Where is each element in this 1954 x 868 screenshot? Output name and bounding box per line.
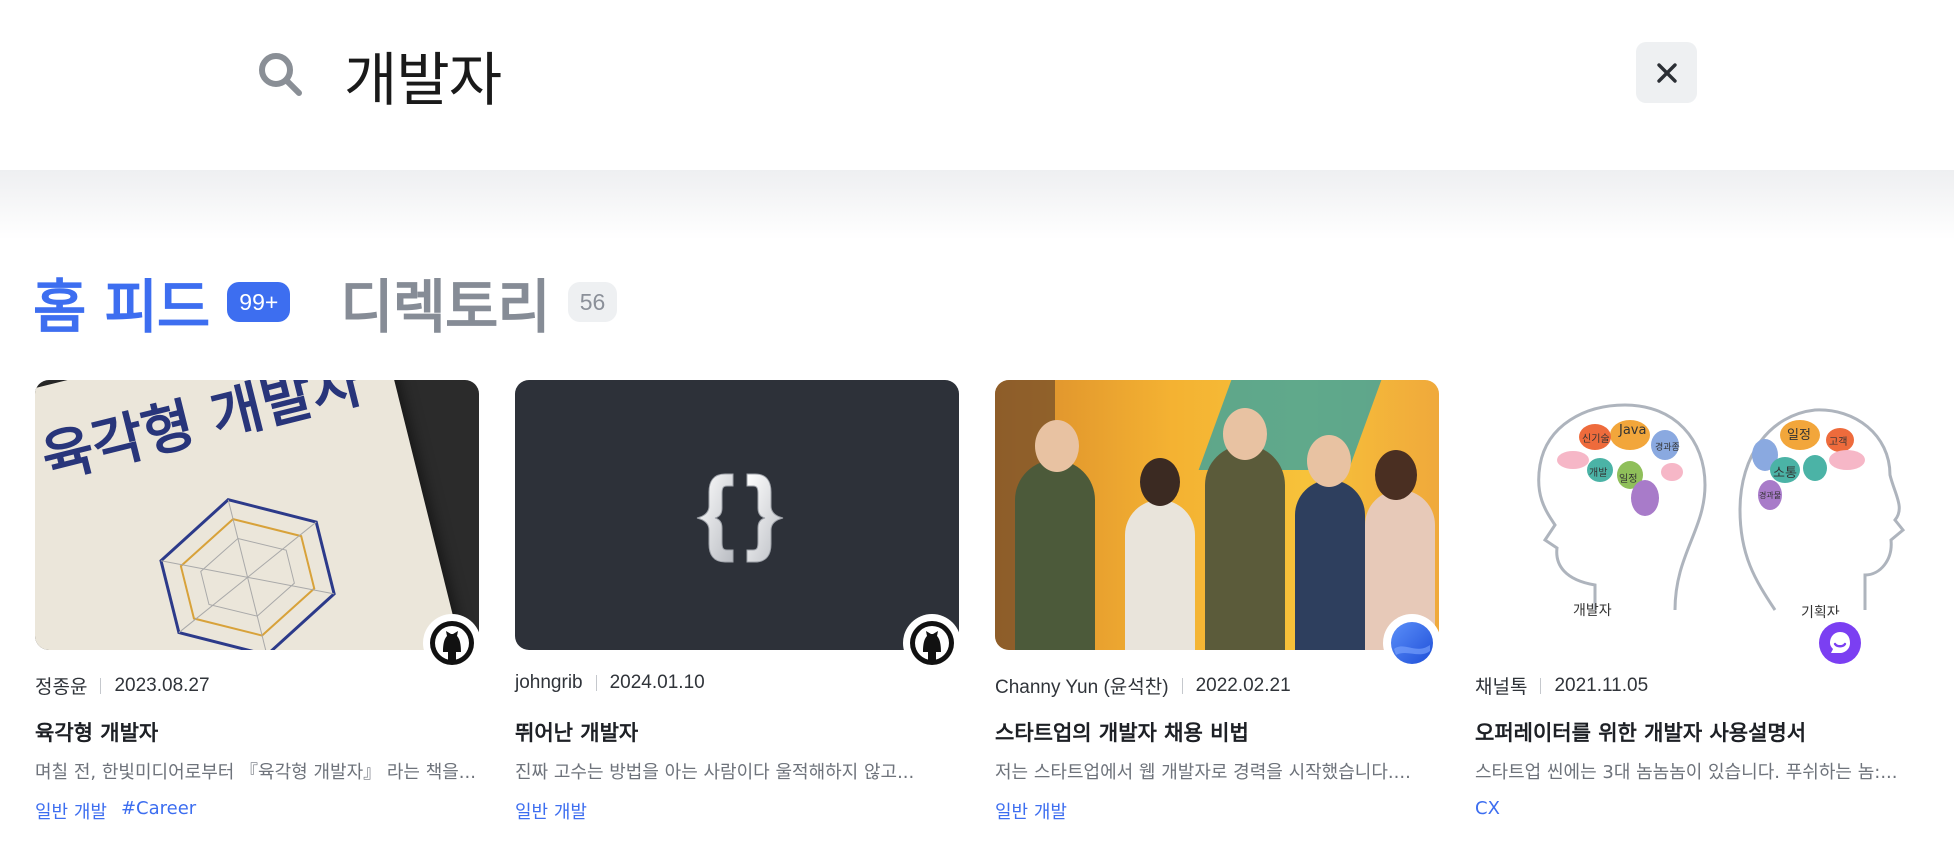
brain-word: 신기술: [1582, 434, 1610, 445]
brain-word: 소통: [1773, 466, 1797, 481]
card-meta: Channy Yun (윤석찬) 2022.02.21: [995, 672, 1291, 699]
meta-divider: [100, 677, 102, 694]
brain-word: 경과종: [1655, 443, 1680, 453]
feed-card[interactable]: Java 신기술 경과종 개발 일정 일정 고객 소통 경과물 개발자 기획자 …: [1475, 380, 1919, 850]
card-title: 스타트업의 개발자 채용 비법: [995, 721, 1249, 745]
feed-card[interactable]: Channy Yun (윤석찬) 2022.02.21 스타트업의 개발자 채용…: [995, 380, 1441, 850]
source-icon: [1383, 614, 1441, 672]
card-author: johngrib: [515, 672, 583, 693]
source-icon: [903, 614, 961, 672]
card-date: 2021.11.05: [1554, 674, 1649, 696]
meta-divider: [1181, 677, 1183, 694]
card-thumbnail: [515, 380, 961, 672]
brain-word: 고객: [1829, 437, 1848, 448]
header-divider: [0, 170, 1954, 240]
search-bar: [0, 0, 1954, 170]
card-thumbnail: Java 신기술 경과종 개발 일정 일정 고객 소통 경과물 개발자 기획자: [1475, 380, 1919, 672]
book-title-text: 육각형 개발자: [35, 380, 371, 493]
brain-illustration: Java 신기술 경과종 개발 일정 일정 고객 소통 경과물 개발자 기획자: [1475, 380, 1919, 650]
code-brackets-graphic: [696, 473, 784, 563]
card-author: 정종윤: [35, 677, 88, 698]
card-thumbnail: [995, 380, 1441, 672]
brain-word: 일정: [1787, 428, 1811, 443]
result-tabs: 홈 피드 99+ 디렉토리 56: [33, 262, 667, 342]
brain-label-developer: 개발자: [1573, 603, 1612, 619]
tag-link[interactable]: 일반 개발: [995, 798, 1067, 824]
feed-card[interactable]: 육각형 개발자 정종윤 2023.08.27 육각형 개발자 며칠 전, 한빛미…: [35, 380, 481, 850]
card-meta: johngrib 2024.01.10: [515, 672, 705, 694]
tag-link[interactable]: 일반 개발: [515, 798, 587, 824]
tab-directory[interactable]: 디렉토리 56: [340, 260, 618, 344]
card-title: 오퍼레이터를 위한 개발자 사용설명서: [1475, 721, 1807, 745]
tag-link[interactable]: CX: [1475, 798, 1500, 819]
card-title: 육각형 개발자: [35, 721, 159, 745]
tab-home-feed[interactable]: 홈 피드 99+: [33, 260, 291, 344]
meta-divider: [1540, 677, 1542, 694]
clear-search-button[interactable]: [1636, 42, 1697, 103]
card-meta: 정종윤 2023.08.27: [35, 672, 210, 699]
count-badge: 99+: [227, 282, 291, 322]
github-icon: [430, 621, 474, 665]
card-tags: 일반 개발 #Career: [35, 798, 210, 824]
card-description: 저는 스타트업에서 웹 개발자로 경력을 시작했습니다....: [995, 762, 1411, 783]
github-icon: [910, 621, 954, 665]
card-title: 뛰어난 개발자: [515, 721, 639, 745]
tab-label: 홈 피드: [33, 273, 210, 341]
card-tags: 일반 개발: [995, 798, 1081, 824]
feed-card[interactable]: johngrib 2024.01.10 뛰어난 개발자 진짜 고수는 방법을 아…: [515, 380, 961, 850]
card-date: 2023.08.27: [114, 674, 210, 696]
blog-icon: [1391, 622, 1433, 664]
tag-link[interactable]: #Career: [121, 798, 196, 824]
close-icon: [1656, 62, 1677, 83]
card-author: Channy Yun (윤석찬): [995, 677, 1169, 698]
book-cover-image: 육각형 개발자: [35, 380, 463, 650]
card-tags: 일반 개발: [515, 798, 601, 824]
channeltalk-icon: [1819, 622, 1861, 664]
card-author: 채널톡: [1475, 677, 1528, 698]
group-photo-image: [995, 380, 1439, 650]
search-icon: [259, 53, 302, 96]
card-date: 2022.02.21: [1195, 674, 1291, 696]
card-thumbnail: 육각형 개발자: [35, 380, 481, 672]
source-icon: [423, 614, 481, 672]
brain-word: 경과물: [1759, 491, 1782, 500]
tab-label: 디렉토리: [340, 273, 550, 341]
card-meta: 채널톡 2021.11.05: [1475, 672, 1648, 699]
card-description: 스타트업 씬에는 3대 놈놈놈이 있습니다. 푸쉬하는 놈:...: [1475, 762, 1898, 783]
count-badge: 56: [567, 282, 618, 322]
card-description: 며칠 전, 한빛미디어로부터 『육각형 개발자』 라는 책을...: [35, 762, 476, 783]
tag-link[interactable]: 일반 개발: [35, 798, 107, 824]
brain-word: Java: [1619, 423, 1647, 438]
source-icon: [1811, 614, 1869, 672]
card-description: 진짜 고수는 방법을 아는 사람이다 울적해하지 않고...: [515, 762, 915, 783]
brain-word: 개발: [1589, 468, 1608, 479]
search-input[interactable]: [344, 30, 1604, 120]
card-tags: CX: [1475, 798, 1514, 819]
brain-word: 일정: [1619, 474, 1638, 485]
card-date: 2024.01.10: [609, 672, 705, 693]
hexagon-chart-graphic: [159, 498, 336, 650]
meta-divider: [595, 675, 597, 691]
